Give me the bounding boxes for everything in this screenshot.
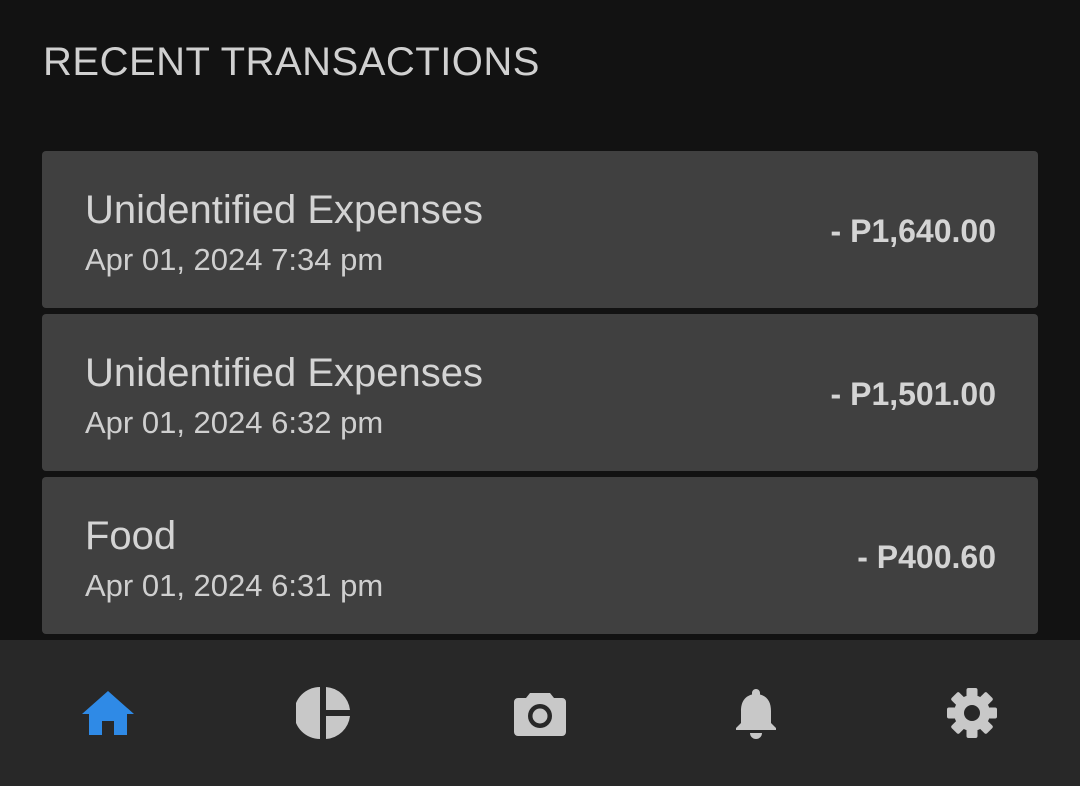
transaction-amount: - P1,501.00 [830,376,996,412]
transaction-category: Food [85,514,177,558]
transaction-category: Unidentified Expenses [85,188,484,232]
transaction-category: Unidentified Expenses [85,351,484,395]
gear-icon [947,688,997,738]
transaction-datetime: Apr 01, 2024 6:31 pm [85,568,384,603]
section-title: RECENT TRANSACTIONS [43,40,540,84]
nav-settings-button[interactable] [942,683,1002,743]
nav-camera-button[interactable] [510,683,570,743]
transaction-datetime: Apr 01, 2024 7:34 pm [85,242,384,277]
transaction-card[interactable]: Unidentified Expenses Apr 01, 2024 7:34 … [42,151,1038,308]
transaction-datetime: Apr 01, 2024 6:32 pm [85,405,384,440]
bell-icon [736,689,776,739]
transaction-amount: - P400.60 [857,539,996,575]
transaction-amount: - P1,640.00 [830,213,996,249]
nav-notifications-button[interactable] [726,683,786,743]
pie-chart-icon [296,687,350,739]
transaction-card[interactable]: Unidentified Expenses Apr 01, 2024 6:32 … [42,314,1038,471]
camera-icon [514,693,566,736]
bottom-nav-bar [0,640,1080,786]
nav-chart-button[interactable] [294,683,354,743]
home-icon [82,691,134,735]
transaction-list: Unidentified Expenses Apr 01, 2024 7:34 … [42,151,1038,640]
nav-home-button[interactable] [78,683,138,743]
transaction-card[interactable]: Food Apr 01, 2024 6:31 pm - P400.60 [42,477,1038,634]
